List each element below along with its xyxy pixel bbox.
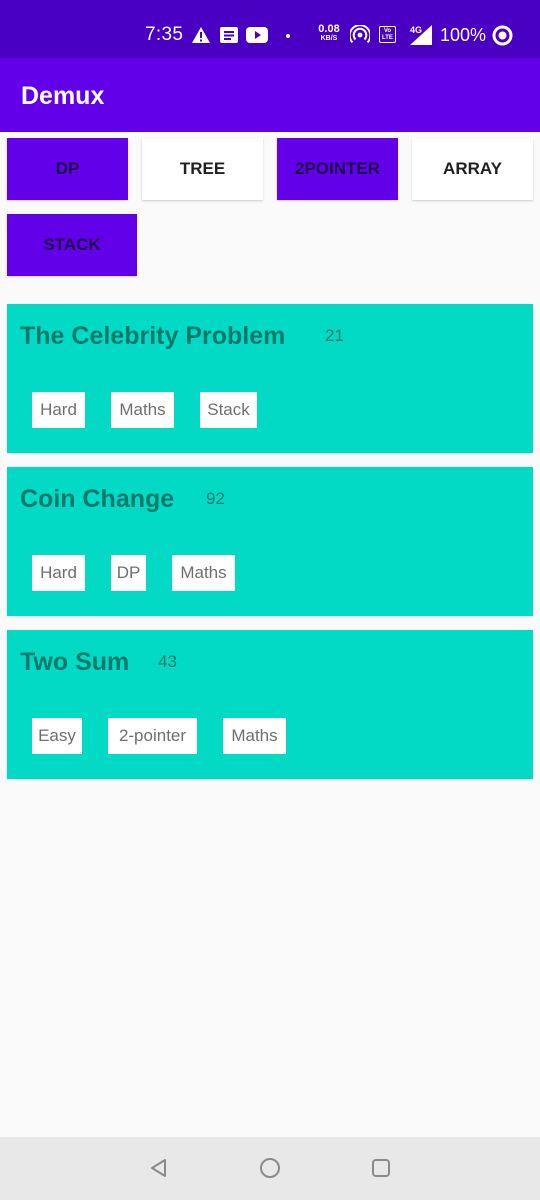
problem-title: The Celebrity Problem — [20, 322, 286, 350]
filter-button-2pointer[interactable]: 2POINTER — [277, 138, 398, 200]
problem-card[interactable]: The Celebrity Problem 21 Hard Maths Stac… — [7, 304, 533, 453]
tag-chip: Easy — [32, 718, 82, 754]
recents-icon[interactable] — [371, 1158, 391, 1178]
tag-chip: Maths — [223, 718, 286, 754]
tag-chip: Hard — [32, 392, 85, 428]
app-bar: Demux — [0, 58, 540, 132]
status-bar: 7:35 0.08 KB/S Vo LTE 4G 100% — [0, 0, 540, 58]
problem-title: Coin Change — [20, 485, 175, 513]
app-title: Demux — [21, 82, 105, 110]
tag-chip: 2-pointer — [108, 718, 197, 754]
filter-button-dp[interactable]: DP — [7, 138, 128, 200]
network-speed-unit: KB/S — [320, 35, 338, 42]
tag-chip: DP — [111, 555, 146, 591]
youtube-icon — [246, 27, 268, 43]
tag-chip: Maths — [172, 555, 235, 591]
volte-badge: Vo LTE — [379, 26, 396, 43]
tag-chip: Maths — [111, 392, 174, 428]
filter-button-array[interactable]: ARRAY — [412, 138, 533, 200]
filter-button-stack[interactable]: STACK — [7, 214, 137, 276]
problem-count: 92 — [206, 489, 225, 508]
network-speed: 0.08 KB/S — [316, 23, 342, 43]
network-speed-value: 0.08 — [318, 23, 340, 35]
notification-icon — [220, 27, 238, 43]
back-icon[interactable] — [149, 1158, 169, 1178]
home-icon[interactable] — [259, 1157, 281, 1179]
status-time: 7:35 — [145, 24, 184, 45]
battery-percent: 100% — [440, 25, 487, 45]
problem-card[interactable]: Coin Change 92 Hard DP Maths — [7, 467, 533, 616]
tag-chip: Hard — [32, 555, 85, 591]
tag-chip: Stack — [200, 392, 257, 428]
problem-count: 43 — [158, 652, 177, 671]
problem-count: 21 — [325, 326, 344, 345]
warning-icon — [192, 27, 210, 43]
filter-button-tree[interactable]: TREE — [142, 138, 263, 200]
navigation-bar — [0, 1137, 540, 1200]
hotspot-icon — [350, 25, 370, 44]
battery-icon — [492, 25, 513, 46]
problem-title: Two Sum — [20, 648, 130, 676]
problem-card[interactable]: Two Sum 43 Easy 2-pointer Maths — [7, 630, 533, 779]
dot-icon — [286, 34, 290, 38]
signal-icon — [410, 25, 432, 45]
